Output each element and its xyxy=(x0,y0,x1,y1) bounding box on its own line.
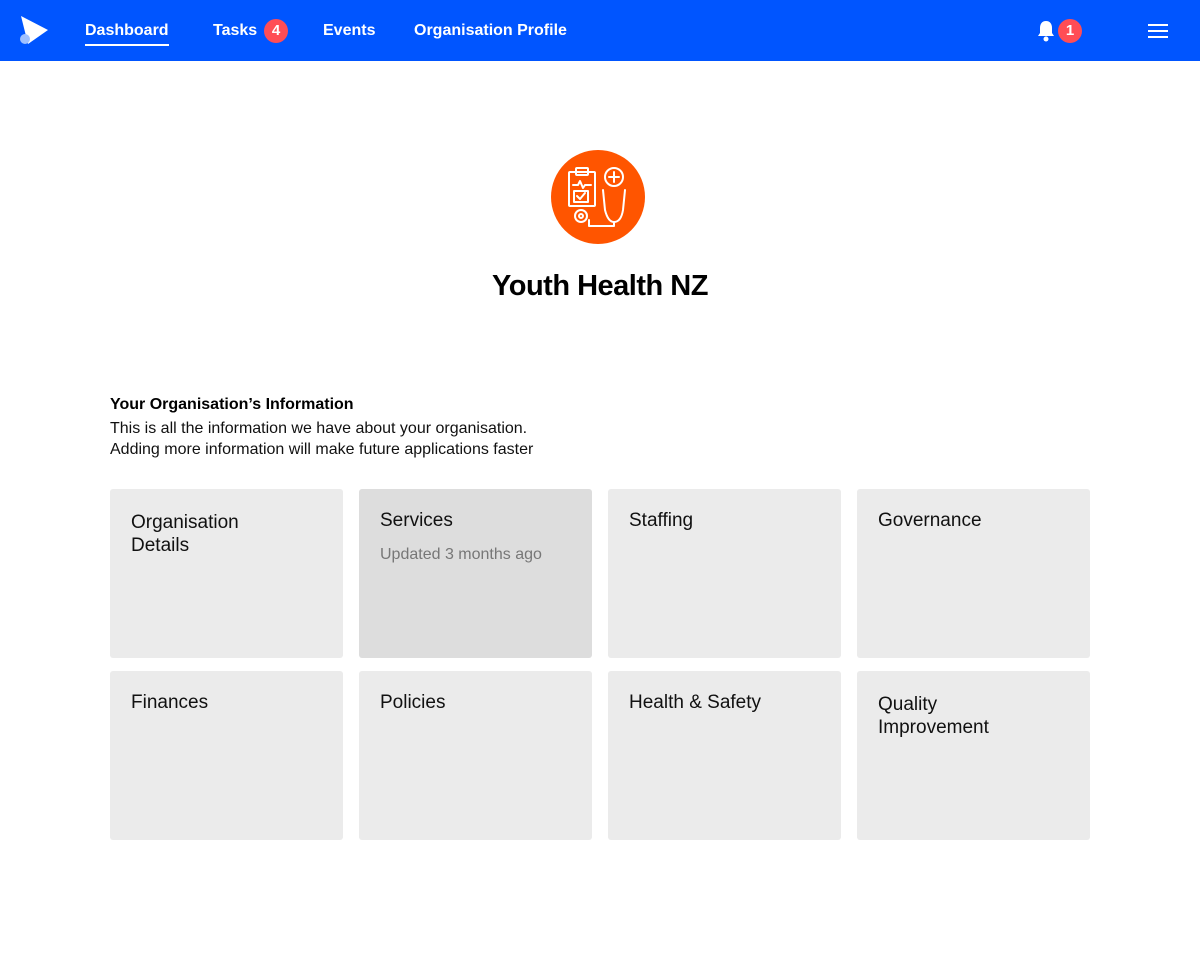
card-title: Services xyxy=(380,510,453,531)
nav-organisation-profile-link[interactable]: Organisation Profile xyxy=(414,20,567,42)
card-governance[interactable]: Governance xyxy=(857,489,1090,658)
card-title: Health & Safety xyxy=(629,692,762,713)
card-health-and-safety[interactable]: Health & Safety xyxy=(608,671,841,840)
card-organisation-details[interactable]: Organisation Details xyxy=(110,489,343,658)
notifications-count-badge: 1 xyxy=(1058,19,1082,43)
info-section-title: Your Organisation’s Information xyxy=(110,396,354,413)
card-updated-status: Updated 3 months ago xyxy=(380,546,542,563)
card-staffing[interactable]: Staffing xyxy=(608,489,841,658)
card-quality-improvement[interactable]: Quality Improvement xyxy=(857,671,1090,840)
bell-icon[interactable] xyxy=(1036,20,1056,42)
nav-dashboard-link[interactable]: Dashboard xyxy=(85,20,169,46)
play-logo-icon[interactable] xyxy=(18,14,50,46)
top-navbar: Dashboard Tasks 4 Events Organisation Pr… xyxy=(0,0,1200,61)
hamburger-menu-icon[interactable] xyxy=(1146,22,1170,40)
card-title: Finances xyxy=(131,692,209,713)
nav-tasks-link[interactable]: Tasks xyxy=(213,20,257,42)
card-title: Governance xyxy=(878,510,982,531)
info-description-line-1: This is all the information we have abou… xyxy=(110,420,528,437)
card-policies[interactable]: Policies xyxy=(359,671,592,840)
card-services[interactable]: Services Updated 3 months ago xyxy=(359,489,592,658)
nav-events-link[interactable]: Events xyxy=(323,20,375,42)
card-title: Policies xyxy=(380,692,446,713)
medical-checklist-stethoscope-icon xyxy=(551,150,645,244)
card-title: Organisation Details xyxy=(131,512,239,556)
organisation-name: Youth Health NZ xyxy=(492,270,708,302)
tasks-count-badge: 4 xyxy=(264,19,288,43)
card-title: Quality Improvement xyxy=(878,694,989,738)
card-title: Staffing xyxy=(629,510,694,531)
info-description-line-2: Adding more information will make future… xyxy=(110,441,534,458)
card-finances[interactable]: Finances xyxy=(110,671,343,840)
